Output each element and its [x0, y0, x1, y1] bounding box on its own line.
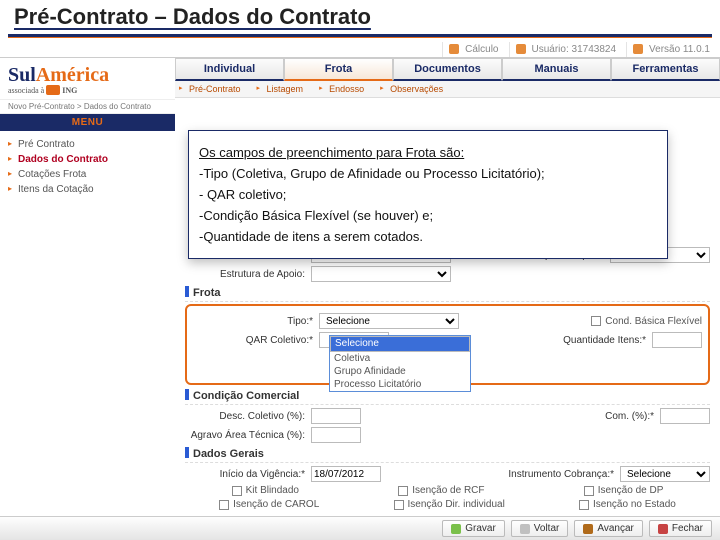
topbar-usuario: Usuário: 31743824	[509, 42, 627, 57]
label-inicio-vigencia: Início da Vigência:*	[185, 469, 305, 480]
topbar-versao: Versão 11.0.1	[626, 42, 720, 57]
top-bar: Cálculo Usuário: 31743824 Versão 11.0.1	[0, 42, 720, 58]
tab-ferramentas[interactable]: Ferramentas	[611, 58, 720, 81]
breadcrumb: Novo Pré-Contrato > Dados do Contrato	[0, 99, 175, 114]
dropdown-tipo-open[interactable]: Selecione Coletiva Grupo Afinidade Proce…	[329, 335, 471, 392]
close-icon	[658, 524, 668, 534]
overlay-line-2: -Tipo (Coletiva, Grupo de Afinidade ou P…	[199, 166, 657, 181]
tab-documentos[interactable]: Documentos	[393, 58, 502, 81]
select-tipo[interactable]: Selecione	[319, 313, 459, 329]
forward-icon	[583, 524, 593, 534]
save-icon	[451, 524, 461, 534]
overlay-line-4: -Condição Básica Flexível (se houver) e;	[199, 208, 657, 223]
fechar-button[interactable]: Fechar	[649, 520, 712, 537]
sidebar-item-pre-contrato[interactable]: Pré Contrato	[8, 137, 167, 152]
main-tabs: Individual Frota Documentos Manuais Ferr…	[175, 58, 720, 81]
tab-frota[interactable]: Frota	[284, 58, 393, 81]
tipo-option-coletiva[interactable]: Coletiva	[330, 352, 470, 365]
overlay-line-1: Os campos de preenchimento para Frota sã…	[199, 145, 657, 160]
title-rule	[8, 34, 712, 38]
label-instrumento-cobranca: Instrumento Cobrança:*	[494, 469, 614, 480]
frota-highlight-box: Tipo:* Selecione Cond. Básica Flexível S…	[185, 304, 710, 385]
subtab-pre-contrato[interactable]: Pré-Contrato	[175, 81, 253, 97]
chk-isencao-carol[interactable]: Isenção de CAROL	[219, 499, 319, 510]
input-qtd-itens[interactable]	[652, 332, 702, 348]
menu-header: MENU	[0, 114, 175, 131]
overlay-line-3: - QAR coletivo;	[199, 187, 657, 202]
chk-isencao-rcf[interactable]: Isenção de RCF	[398, 485, 484, 496]
sub-tabs: Pré-Contrato Listagem Endosso Observaçõe…	[175, 81, 720, 98]
sidebar-item-cotacoes-frota[interactable]: Cotações Frota	[8, 167, 167, 182]
label-qar: QAR Coletivo:*	[193, 335, 313, 346]
ing-icon	[46, 85, 60, 95]
select-estrutura[interactable]	[311, 266, 451, 282]
gravar-button[interactable]: Gravar	[442, 520, 505, 537]
chk-cond-basica-flex[interactable]: Cond. Básica Flexível	[591, 316, 702, 327]
section-dados-gerais: Dados Gerais	[185, 447, 710, 460]
instruction-overlay: Os campos de preenchimento para Frota sã…	[188, 130, 668, 259]
subtab-observacoes[interactable]: Observações	[376, 81, 455, 97]
avancar-button[interactable]: Avançar	[574, 520, 643, 537]
tipo-option-processo-licitatorio[interactable]: Processo Licitatório	[330, 378, 470, 391]
input-inicio-vigencia[interactable]	[311, 466, 381, 482]
label-com-pct: Com. (%):*	[534, 411, 654, 422]
logo: SulAmérica associada à ING	[0, 58, 175, 99]
input-com-pct[interactable]	[660, 408, 710, 424]
overlay-line-5: -Quantidade de itens a serem cotados.	[199, 229, 657, 244]
label-estrutura: Estrutura de Apoio:	[185, 269, 305, 280]
footer-bar: Gravar Voltar Avançar Fechar	[0, 516, 720, 540]
label-tipo: Tipo:*	[193, 316, 313, 327]
label-qtd-itens: Quantidade Itens:*	[526, 335, 646, 346]
tab-individual[interactable]: Individual	[175, 58, 284, 81]
voltar-button[interactable]: Voltar	[511, 520, 569, 537]
subtab-endosso[interactable]: Endosso	[315, 81, 376, 97]
chk-isencao-dp[interactable]: Isenção de DP	[584, 485, 664, 496]
label-desc-coletivo: Desc. Coletivo (%):	[185, 411, 305, 422]
tipo-option-grupo-afinidade[interactable]: Grupo Afinidade	[330, 365, 470, 378]
tipo-option-selecione[interactable]: Selecione	[330, 336, 470, 352]
label-agravo: Agravo Área Técnica (%):	[185, 430, 305, 441]
chk-isencao-estado[interactable]: Isenção no Estado	[579, 499, 676, 510]
sidebar-item-dados-contrato[interactable]: Dados do Contrato	[8, 152, 167, 167]
slide-title: Pré-Contrato – Dados do Contrato	[0, 0, 720, 32]
back-icon	[520, 524, 530, 534]
subtab-listagem[interactable]: Listagem	[253, 81, 316, 97]
tab-manuais[interactable]: Manuais	[502, 58, 611, 81]
chk-kit-blindado[interactable]: Kit Blindado	[232, 485, 299, 496]
select-instrumento-cobranca[interactable]: Selecione	[620, 466, 710, 482]
chk-isencao-dir-individual[interactable]: Isenção Dir. individual	[394, 499, 505, 510]
topbar-calculo[interactable]: Cálculo	[442, 42, 508, 57]
sidebar-item-itens-cotacao[interactable]: Itens da Cotação	[8, 182, 167, 197]
input-agravo[interactable]	[311, 427, 361, 443]
section-frota: Frota	[185, 286, 710, 299]
sidebar-menu: Pré Contrato Dados do Contrato Cotações …	[0, 131, 175, 203]
input-desc-coletivo[interactable]	[311, 408, 361, 424]
